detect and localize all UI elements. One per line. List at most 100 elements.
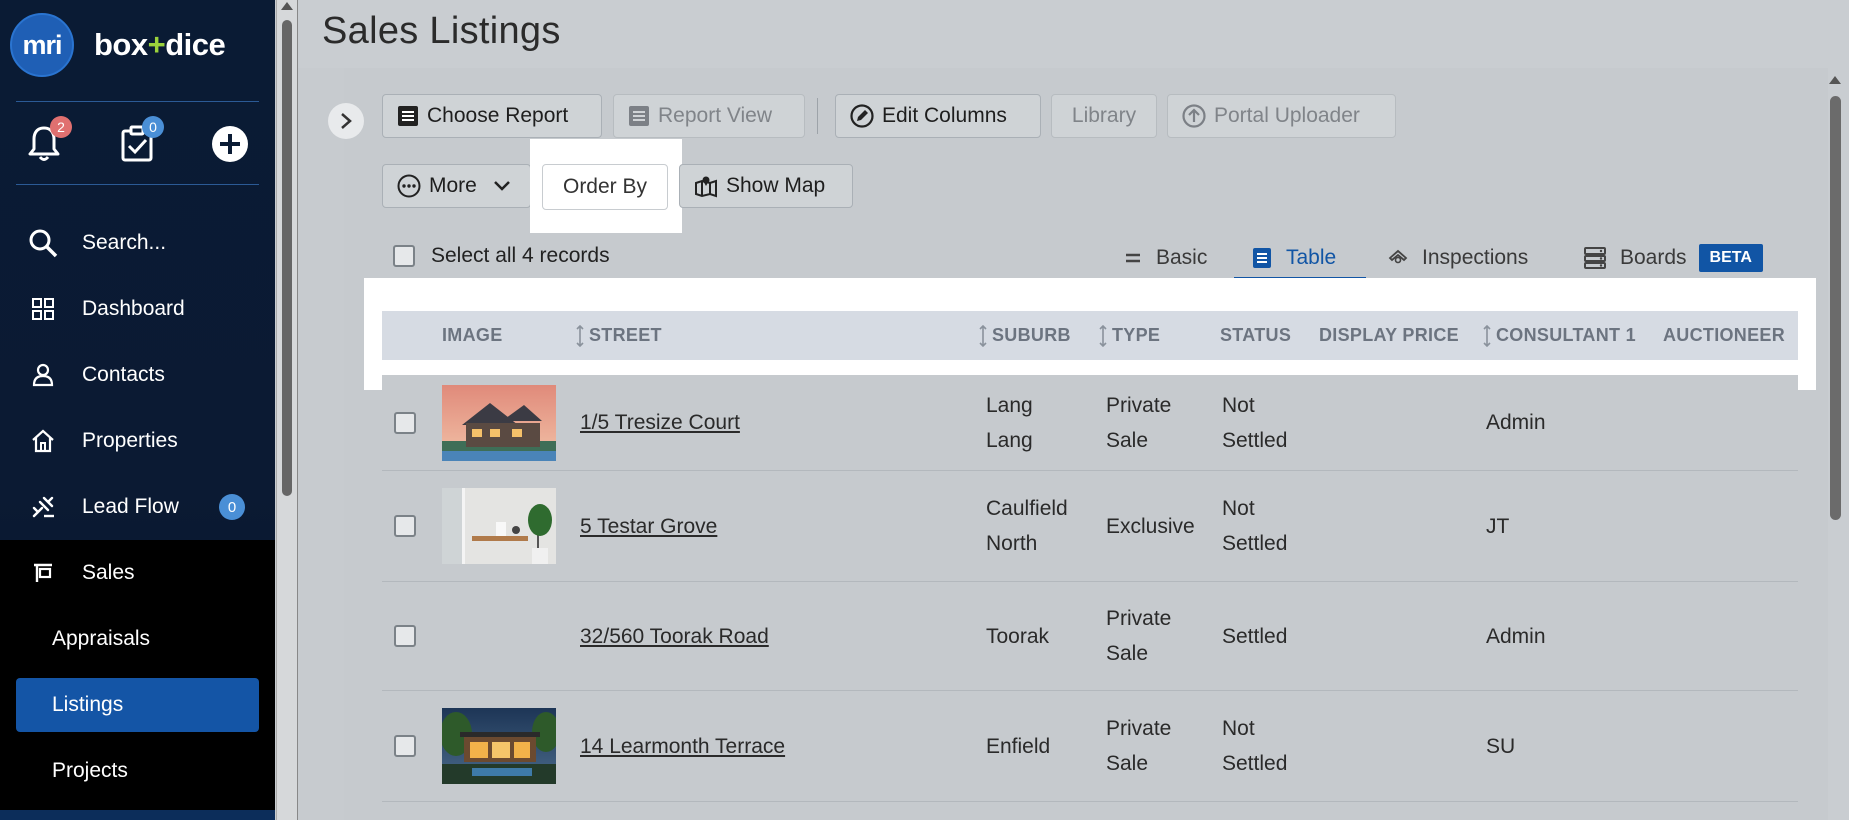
consultant-text: JT — [1486, 514, 1510, 538]
report-view-label: Report View — [658, 104, 773, 127]
status-text: Settled — [1222, 428, 1288, 452]
inspection-house-icon — [1388, 248, 1408, 268]
brand-part2: dice — [165, 27, 226, 62]
brand-name: box+dice — [94, 27, 226, 63]
table-row[interactable]: 5 Testar Grove Caulfield North Exclusive … — [382, 471, 1798, 582]
suburb-text: Lang — [986, 428, 1033, 452]
lead-flow-icon — [28, 492, 58, 522]
nav-lead-flow[interactable]: Lead Flow 0 — [0, 474, 275, 540]
table-row[interactable]: 14 Learmonth Terrace Enfield Private Sale… — [382, 691, 1798, 802]
street-link[interactable]: 1/5 Tresize Court — [580, 405, 740, 440]
tab-table[interactable]: Table — [1252, 236, 1336, 280]
row-checkbox[interactable] — [394, 625, 416, 647]
street-link[interactable]: 32/560 Toorak Road — [580, 619, 769, 654]
row-checkbox[interactable] — [394, 735, 416, 757]
edit-columns-button[interactable]: Edit Columns — [835, 94, 1041, 138]
sidebar-divider — [16, 101, 259, 102]
nav-listings[interactable]: Listings — [16, 678, 259, 732]
type-text: Private — [1106, 393, 1172, 417]
col-header-suburb[interactable]: SUBURB — [978, 311, 1071, 360]
library-button[interactable]: Library — [1051, 94, 1157, 138]
notifications-badge: 2 — [50, 116, 72, 138]
toolbar-separator — [817, 98, 818, 134]
table-header: IMAGE STREET SUBURB TYPE STATUS DISPLAY … — [382, 311, 1798, 360]
scrollbar-thumb[interactable] — [1830, 96, 1841, 520]
type-text: Private — [1106, 717, 1172, 740]
suburb-text: Toorak — [986, 624, 1050, 648]
main-nav: Search... Dashboard Contacts Properties … — [0, 210, 275, 540]
nav-search[interactable]: Search... — [0, 210, 275, 276]
page-title: Sales Listings — [322, 10, 561, 52]
col-auctioneer-label: AUCTIONEER — [1663, 325, 1786, 345]
nav-properties[interactable]: Properties — [0, 408, 275, 474]
show-map-label: Show Map — [726, 174, 826, 197]
scrollbar-thumb[interactable] — [282, 20, 292, 496]
type-text: Exclusive — [1106, 514, 1195, 538]
logo-text: mri — [22, 29, 62, 60]
property-image[interactable] — [442, 708, 556, 784]
more-label: More — [429, 174, 477, 197]
sort-icon — [575, 324, 585, 347]
col-header-street[interactable]: STREET — [575, 311, 662, 360]
edit-columns-label: Edit Columns — [882, 104, 1007, 127]
portal-uploader-label: Portal Uploader — [1214, 104, 1360, 127]
person-icon — [28, 360, 58, 390]
row-checkbox[interactable] — [394, 515, 416, 537]
nav-properties-label: Properties — [82, 429, 178, 452]
choose-report-button[interactable]: Choose Report — [382, 94, 602, 138]
lead-flow-badge: 0 — [219, 494, 245, 520]
sidebar-scrollbar[interactable] — [276, 0, 297, 820]
tab-inspections[interactable]: Inspections — [1388, 236, 1528, 280]
nav-appraisals[interactable]: Appraisals — [0, 606, 275, 672]
nav-projects[interactable]: Projects — [0, 738, 275, 804]
table-row[interactable]: 32/560 Toorak Road Toorak Private Sale Se… — [382, 582, 1798, 691]
notifications-button[interactable]: 2 — [16, 116, 72, 172]
tasks-button[interactable]: 0 — [110, 116, 166, 172]
report-view-button[interactable]: Report View — [613, 94, 805, 138]
nav-dashboard-label: Dashboard — [82, 297, 185, 320]
scroll-up-arrow-icon[interactable] — [1829, 76, 1841, 84]
col-header-status: STATUS — [1220, 311, 1291, 360]
show-map-button[interactable]: Show Map — [679, 164, 853, 208]
sales-section: Sales Appraisals Listings Projects — [0, 540, 275, 810]
type-text: Sale — [1106, 642, 1149, 665]
nav-sales[interactable]: Sales — [0, 540, 275, 606]
col-type-label: TYPE — [1112, 325, 1161, 345]
more-button[interactable]: More — [382, 164, 531, 208]
nav-appraisals-label: Appraisals — [52, 627, 151, 650]
status-text: Settled — [1222, 752, 1288, 775]
more-dots-icon — [397, 174, 421, 198]
col-header-consultant1[interactable]: CONSULTANT 1 — [1482, 311, 1636, 360]
status-text: Not — [1222, 393, 1255, 417]
street-link[interactable]: 5 Testar Grove — [580, 509, 717, 544]
boards-icon — [1584, 247, 1606, 269]
col-status-label: STATUS — [1220, 325, 1292, 345]
suburb-text: North — [986, 532, 1038, 555]
chevron-down-icon — [493, 180, 511, 192]
order-by-button[interactable]: Order By — [542, 164, 668, 210]
table-row[interactable]: 1/5 Tresize Court Lang Lang Private Sale N… — [382, 375, 1798, 471]
street-link[interactable]: 14 Learmonth Terrace — [580, 729, 785, 764]
order-by-label: Order By — [562, 175, 648, 198]
expand-panel-button[interactable] — [328, 103, 364, 139]
portal-uploader-button[interactable]: Portal Uploader — [1167, 94, 1396, 138]
tab-basic-label: Basic — [1156, 246, 1208, 269]
property-image[interactable] — [442, 488, 556, 564]
status-text: Settled — [1222, 624, 1288, 648]
main-scrollbar[interactable] — [1824, 70, 1846, 820]
pencil-circle-icon — [850, 104, 874, 128]
nav-listings-label: Listings — [52, 693, 124, 716]
add-button[interactable] — [202, 116, 258, 172]
col-image-label: IMAGE — [442, 325, 503, 345]
nav-dashboard[interactable]: Dashboard — [0, 276, 275, 342]
row-checkbox[interactable] — [394, 411, 416, 434]
brand[interactable]: mri box+dice — [10, 12, 226, 78]
property-image[interactable] — [442, 384, 556, 461]
nav-contacts[interactable]: Contacts — [0, 342, 275, 408]
select-all-checkbox[interactable] — [393, 245, 415, 267]
tab-boards[interactable]: Boards BETA — [1584, 236, 1763, 280]
col-header-type[interactable]: TYPE — [1098, 311, 1160, 360]
status-text: Not — [1222, 497, 1255, 520]
scroll-up-arrow-icon[interactable] — [281, 2, 293, 10]
tab-basic[interactable]: Basic — [1124, 236, 1207, 280]
